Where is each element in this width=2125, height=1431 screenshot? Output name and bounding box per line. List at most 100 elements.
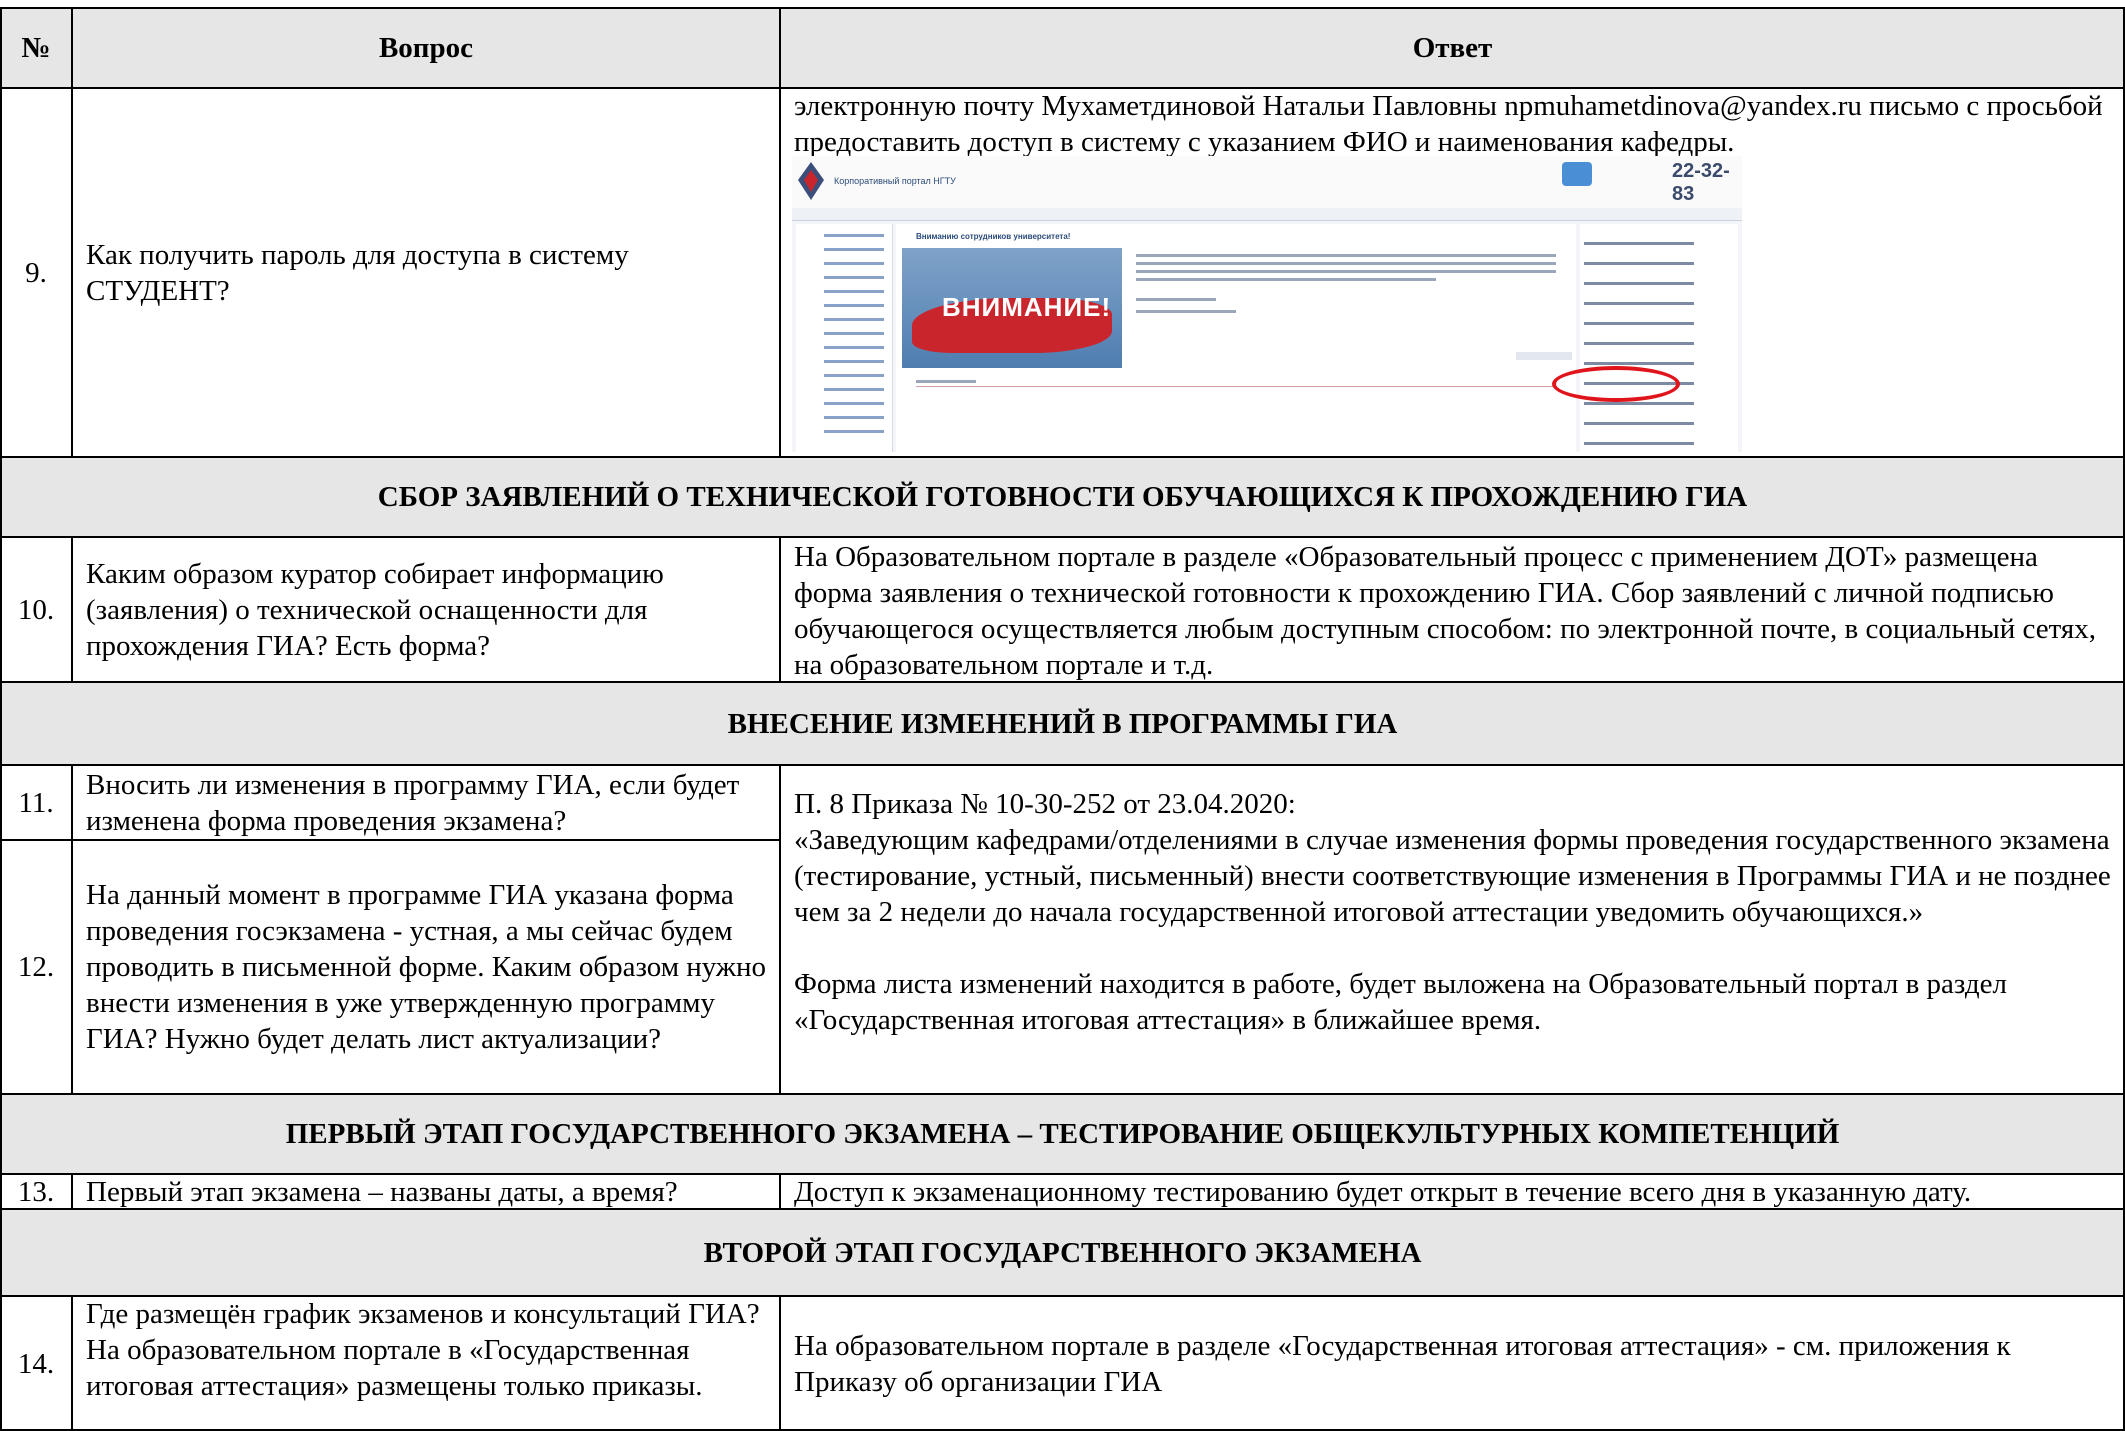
portal-navbar <box>792 208 1742 221</box>
rule <box>71 536 73 682</box>
header-num: № <box>21 32 51 64</box>
rule <box>0 87 2125 89</box>
row-11-num: 11. <box>18 786 54 819</box>
portal-notice-title: Вниманию сотрудников университета! <box>916 232 1071 241</box>
row-9-num: 9. <box>25 256 47 289</box>
sidebar-line <box>824 360 884 363</box>
rule <box>71 1173 73 1209</box>
right-item <box>1584 362 1694 365</box>
portal-sidebar <box>796 224 893 452</box>
right-item <box>1584 282 1694 285</box>
rule <box>71 1295 73 1431</box>
portal-title: Корпоративный портал НГТУ <box>834 176 956 186</box>
notice-line <box>1136 298 1216 301</box>
right-item <box>1584 322 1694 325</box>
banner-text: ВНИМАНИЕ! <box>942 292 1112 322</box>
notice-line <box>1136 254 1556 257</box>
notice-divider <box>916 386 1556 387</box>
notice-line <box>1136 310 1236 313</box>
row-14-answer: На образовательном портале в разделе «Го… <box>780 1296 2125 1431</box>
right-item <box>1584 262 1694 265</box>
rule <box>779 7 781 88</box>
sidebar-line <box>824 290 884 293</box>
row-10-question-text: Каким образом куратор собирает информаци… <box>86 557 664 662</box>
rule <box>0 1295 2125 1297</box>
row-9-question: Как получить пароль для доступа в систем… <box>72 88 780 457</box>
answer-spacer <box>794 930 2115 966</box>
row-11-12-answer: П. 8 Приказа № 10-30-252 от 23.04.2020: … <box>780 765 2125 1094</box>
portal-topbar: Корпоративный портал НГТУ 22-32-83 <box>792 156 1742 208</box>
sidebar-line <box>824 318 884 321</box>
row-13-question: Первый этап экзамена – названы даты, а в… <box>72 1174 780 1209</box>
sidebar-line <box>824 304 884 307</box>
rule <box>0 681 2125 683</box>
answer-form-note: Форма листа изменений находится в работе… <box>794 968 2007 1036</box>
row-9-question-text: Как получить пароль для доступа в систем… <box>86 238 629 307</box>
notice-line <box>1136 278 1436 281</box>
sidebar-line <box>824 346 884 349</box>
row-14-question: Где размещён график экзаменов и консульт… <box>72 1296 780 1431</box>
portal-screenshot: Корпоративный портал НГТУ 22-32-83 Внима… <box>792 156 1742 452</box>
rule <box>779 1173 781 1209</box>
row-10-answer: На Образовательном портале в разделе «Об… <box>794 541 2096 681</box>
rule <box>0 1093 2125 1095</box>
header-answer: Ответ <box>1412 32 1493 64</box>
phone-icon <box>1562 162 1592 186</box>
row-13-num: 13. <box>17 1175 55 1208</box>
right-item <box>1584 302 1694 305</box>
row-12-question-text: На данный момент в программе ГИА указана… <box>86 879 766 1055</box>
row-11-question-text: Вносить ли изменения в программу ГИА, ес… <box>86 768 740 837</box>
notice-pager <box>1516 352 1572 360</box>
right-item <box>1584 242 1694 245</box>
row-10-question: Каким образом куратор собирает информаци… <box>72 537 780 682</box>
rule <box>71 87 73 457</box>
section-title-2: ВНЕСЕНИЕ ИЗМЕНЕНИЙ В ПРОГРАММЫ ГИА <box>727 707 1398 740</box>
row-12-question: На данный момент в программе ГИА указана… <box>72 840 780 1094</box>
rule <box>0 536 2125 538</box>
rule <box>0 764 2125 766</box>
rule <box>779 764 781 1094</box>
sidebar-line <box>824 276 884 279</box>
row-11-question: Вносить ли изменения в программу ГИА, ес… <box>72 765 780 840</box>
sidebar-line <box>824 248 884 251</box>
header-question: Вопрос <box>378 32 474 64</box>
rule <box>779 87 781 457</box>
row-10-num: 10. <box>17 593 55 626</box>
sidebar-line <box>824 332 884 335</box>
notice-line <box>916 380 976 383</box>
sidebar-line <box>824 416 884 419</box>
right-item <box>1584 442 1694 445</box>
section-title-3: ПЕРВЫЙ ЭТАП ГОСУДАРСТВЕННОГО ЭКЗАМЕНА – … <box>285 1118 1840 1150</box>
rule <box>0 1173 2125 1175</box>
row-12-num: 12. <box>17 951 55 983</box>
rule <box>779 1295 781 1431</box>
row-14-num: 14. <box>17 1347 55 1380</box>
notice-line <box>1136 262 1556 265</box>
rule <box>0 7 2125 9</box>
section-title-4: ВТОРОЙ ЭТАП ГОСУДАРСТВЕННОГО ЭКЗАМЕНА <box>703 1236 1422 1269</box>
sidebar-line <box>824 374 884 377</box>
sidebar-line <box>824 430 884 433</box>
row-9-answer: электронную почту Мухаметдиновой Натальи… <box>794 90 2103 158</box>
right-item <box>1584 342 1694 345</box>
sidebar-line <box>824 402 884 405</box>
answer-order-quote: «Заведующим кафедрами/отделениями в случ… <box>794 824 2111 928</box>
section-title-1: СБОР ЗАЯВЛЕНИЙ О ТЕХНИЧЕСКОЙ ГОТОВНОСТИ … <box>377 481 1748 513</box>
sidebar-line <box>824 388 884 391</box>
rule <box>0 839 780 841</box>
rule <box>779 536 781 682</box>
notice-line <box>1136 270 1556 273</box>
rule <box>71 7 73 88</box>
sidebar-line <box>824 262 884 265</box>
attention-banner: ВНИМАНИЕ! <box>902 248 1122 368</box>
row-13-answer: Доступ к экзаменационному тестированию б… <box>794 1176 1972 1208</box>
rule <box>71 764 73 1094</box>
right-item <box>1584 422 1694 425</box>
portal-phone: 22-32-83 <box>1672 160 1730 205</box>
portal-right-column <box>1580 224 1738 452</box>
faq-table: № Вопрос Ответ 9. Как получить пароль дл… <box>0 0 2125 1431</box>
sidebar-line <box>824 234 884 237</box>
university-logo-icon <box>798 162 824 200</box>
rule <box>0 456 2125 458</box>
highlight-oval <box>1552 366 1680 402</box>
